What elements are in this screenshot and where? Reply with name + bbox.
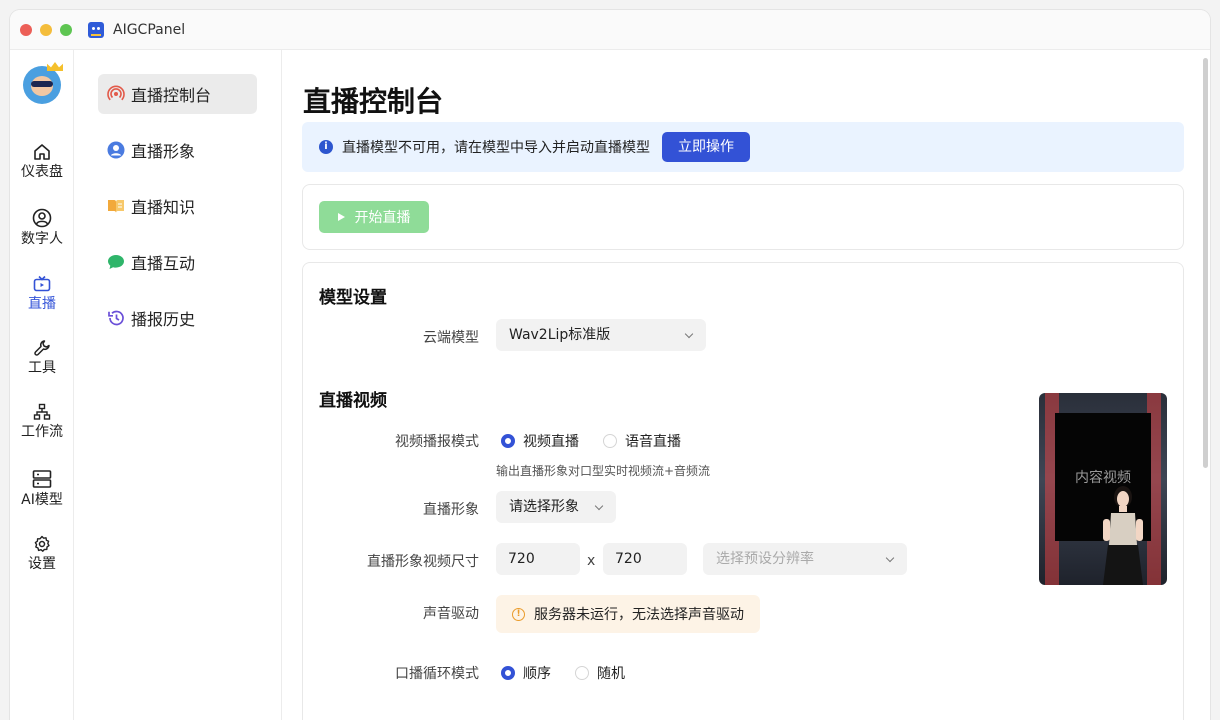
operate-now-button[interactable]: 立即操作 <box>662 132 750 162</box>
info-icon: i <box>319 140 333 154</box>
cloud-model-select[interactable]: Wav2Lip标准版 <box>496 319 706 351</box>
video-width-input[interactable]: 720 <box>496 543 580 575</box>
warning-icon: ! <box>512 607 525 621</box>
cloud-model-value: Wav2Lip标准版 <box>509 327 611 343</box>
video-mode-label: 视频播报模式 <box>395 434 479 450</box>
subnav-item-console[interactable]: 直播控制台 <box>98 74 257 114</box>
chevron-down-icon <box>684 329 694 339</box>
subnav-label: 直播互动 <box>131 254 196 273</box>
title-bar: AIGCPanel <box>10 10 1210 50</box>
broadcast-icon <box>107 85 125 101</box>
avatar-icon <box>107 141 125 159</box>
home-icon <box>34 144 50 160</box>
gear-icon <box>34 535 50 552</box>
chevron-down-icon <box>594 501 604 511</box>
preset-resolution-placeholder: 选择预设分辨率 <box>716 551 814 567</box>
subnav-label: 直播控制台 <box>131 86 212 105</box>
video-size-label: 直播形象视频尺寸 <box>367 554 479 570</box>
rail-item-live[interactable]: 直播 <box>10 275 74 313</box>
cloud-model-label: 云端模型 <box>423 330 479 346</box>
live-avatar-select[interactable]: 请选择形象 <box>496 491 616 523</box>
rail-item-dashboard[interactable]: 仪表盘 <box>10 143 74 181</box>
chevron-down-icon <box>885 553 895 563</box>
vertical-scrollbar[interactable] <box>1203 58 1208 468</box>
presenter-figure <box>1103 486 1143 585</box>
server-icon <box>32 470 52 488</box>
preset-resolution-select[interactable]: 选择预设分辨率 <box>703 543 907 575</box>
rail-item-settings[interactable]: 设置 <box>10 535 74 573</box>
alert-text: 直播模型不可用，请在模型中导入并启动直播模型 <box>342 140 650 156</box>
radio-video-live[interactable]: 视频直播 <box>501 431 579 451</box>
history-icon <box>108 310 124 326</box>
subnav-item-interaction[interactable]: 直播互动 <box>98 242 257 282</box>
subnav-item-knowledge[interactable]: 直播知识 <box>98 186 257 226</box>
loop-mode-label: 口播循环模式 <box>395 666 479 682</box>
maximize-window-button[interactable] <box>60 23 72 36</box>
crown-icon <box>47 62 63 71</box>
rail-label: 直播 <box>28 296 56 312</box>
chat-icon <box>108 255 124 269</box>
window-title: AIGCPanel <box>113 21 186 38</box>
radio-loop-random[interactable]: 随机 <box>575 663 625 683</box>
settings-card: 模型设置 云端模型 Wav2Lip标准版 直播视频 视频播报模式 视频直播 语音… <box>302 262 1184 720</box>
page-title: 直播控制台 <box>303 85 444 118</box>
tv-icon <box>33 275 51 292</box>
radio-checked-icon <box>501 434 515 448</box>
window-controls <box>20 23 72 36</box>
book-icon <box>108 200 124 213</box>
rail-item-digital-human[interactable]: 数字人 <box>10 208 74 248</box>
subnav-item-avatar[interactable]: 直播形象 <box>98 130 257 170</box>
model-unavailable-alert: i 直播模型不可用，请在模型中导入并启动直播模型 立即操作 <box>302 122 1184 172</box>
play-icon <box>337 213 345 221</box>
radio-label: 随机 <box>597 666 625 682</box>
rail-item-tools[interactable]: 工具 <box>10 339 74 377</box>
rail-label: 工作流 <box>21 424 63 440</box>
start-live-button[interactable]: 开始直播 <box>319 201 429 233</box>
radio-loop-sequential[interactable]: 顺序 <box>501 663 551 683</box>
rail-item-workflow[interactable]: 工作流 <box>10 403 74 441</box>
wrench-icon <box>34 340 50 356</box>
radio-checked-icon <box>501 666 515 680</box>
video-mode-hint: 输出直播形象对口型实时视频流+音频流 <box>496 464 711 478</box>
subnav-label: 播报历史 <box>131 310 196 329</box>
close-window-button[interactable] <box>20 23 32 36</box>
live-avatar-placeholder: 请选择形象 <box>509 499 579 515</box>
rail-label: 数字人 <box>21 231 63 247</box>
icon-rail: 仪表盘 数字人 直播 工具 工作流 AI模型 设置 <box>10 50 74 720</box>
radio-label: 顺序 <box>523 666 551 682</box>
model-settings-title: 模型设置 <box>319 288 387 308</box>
main-content: 直播控制台 i 直播模型不可用，请在模型中导入并启动直播模型 立即操作 开始直播… <box>282 50 1210 720</box>
live-preview: 内容视频 <box>1039 393 1167 585</box>
live-avatar-label: 直播形象 <box>423 502 479 518</box>
rail-item-ai-model[interactable]: AI模型 <box>10 469 74 509</box>
live-video-title: 直播视频 <box>319 391 387 411</box>
subnav-item-history[interactable]: 播报历史 <box>98 298 257 338</box>
start-card: 开始直播 <box>302 184 1184 250</box>
app-window: AIGCPanel 仪表盘 数字人 直播 工具 工作流 AI模型 设置 直播控制… <box>10 10 1210 720</box>
radio-unchecked-icon <box>575 666 589 680</box>
live-subnav: 直播控制台 直播形象 直播知识 直播互动 播报历史 <box>74 50 282 720</box>
rail-label: AI模型 <box>21 492 63 508</box>
radio-label: 视频直播 <box>523 434 579 450</box>
rail-label: 仪表盘 <box>21 164 63 180</box>
minimize-window-button[interactable] <box>40 23 52 36</box>
user-circle-icon <box>32 208 52 228</box>
workflow-icon <box>33 403 51 420</box>
subnav-label: 直播知识 <box>131 198 196 217</box>
server-warning: ! 服务器未运行，无法选择声音驱动 <box>496 595 760 633</box>
server-warning-text: 服务器未运行，无法选择声音驱动 <box>534 607 744 623</box>
radio-label: 语音直播 <box>625 434 681 450</box>
size-times: x <box>587 553 596 569</box>
radio-voice-live[interactable]: 语音直播 <box>603 431 681 451</box>
video-height-input[interactable]: 720 <box>603 543 687 575</box>
app-logo-icon <box>88 21 104 38</box>
rail-label: 工具 <box>28 360 56 376</box>
voice-driver-label: 声音驱动 <box>423 606 479 622</box>
radio-unchecked-icon <box>603 434 617 448</box>
rail-label: 设置 <box>28 556 56 572</box>
subnav-label: 直播形象 <box>131 142 196 161</box>
user-avatar[interactable] <box>23 62 63 104</box>
start-live-label: 开始直播 <box>354 210 411 226</box>
avatar-glasses <box>31 81 53 87</box>
